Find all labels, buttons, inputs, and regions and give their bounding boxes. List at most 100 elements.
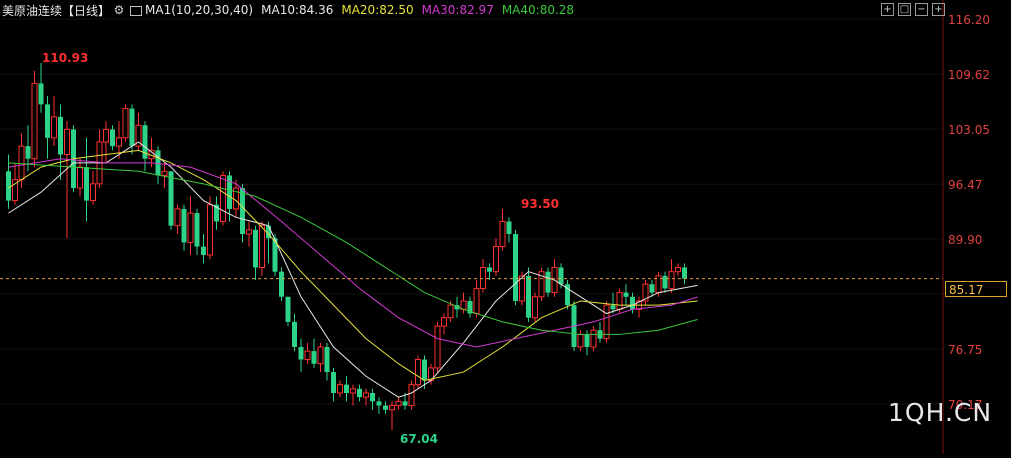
candle-up <box>51 116 57 139</box>
candle-down <box>513 234 518 301</box>
ma20-value: MA20:82.50 <box>341 3 414 17</box>
candle-up <box>577 333 584 348</box>
ma10-line <box>8 141 698 398</box>
candle-up <box>18 145 25 181</box>
candle-down <box>311 351 317 364</box>
candle-down <box>584 334 590 347</box>
candle-down <box>292 321 297 347</box>
candle-up <box>441 317 447 327</box>
candle-up <box>187 212 194 243</box>
candle-down <box>58 116 63 155</box>
mid-annotation: 93.50 <box>521 197 559 211</box>
candle-up <box>590 329 597 348</box>
ma-indicator-icon[interactable] <box>130 6 143 16</box>
ma30-line <box>8 158 698 348</box>
candle-up <box>473 287 480 315</box>
candle-down <box>610 305 616 310</box>
price-tick-76: 76.75 <box>948 343 983 357</box>
candle-down <box>487 267 492 272</box>
candle-down <box>155 150 161 176</box>
candle-down <box>422 359 427 381</box>
candle-down <box>662 275 668 289</box>
candle-down <box>682 267 687 279</box>
price-tick-89: 89.90 <box>948 233 983 247</box>
candlestick-chart[interactable] <box>0 0 1011 454</box>
candle-down <box>168 171 174 226</box>
candle-up <box>31 82 38 160</box>
expand-icon[interactable]: + <box>932 3 945 16</box>
candle-down <box>331 372 336 394</box>
candle-up <box>499 220 506 248</box>
candle-up <box>434 325 441 369</box>
candle-up <box>220 174 226 222</box>
ma-label[interactable]: MA1(10,20,30,40) <box>145 3 253 17</box>
candle-up <box>616 292 623 310</box>
moving-averages <box>8 141 698 398</box>
zoom-icon[interactable]: □ <box>898 3 911 16</box>
candle-down <box>129 108 135 147</box>
candle-down <box>630 296 635 310</box>
candle-down <box>6 171 11 201</box>
candle-down <box>506 221 512 235</box>
candle-down <box>344 384 349 394</box>
candle-up <box>161 170 168 176</box>
chart-stage[interactable]: 美原油连续 【日线】 ⚙ MA1(10,20,30,40) MA10:84.36… <box>0 0 1011 454</box>
price-tick-116: 116.20 <box>948 13 990 27</box>
ma30-value: MA30:82.97 <box>421 3 494 17</box>
candle-down <box>402 401 408 406</box>
candle-up <box>532 296 538 319</box>
low-annotation: 67.04 <box>400 432 438 446</box>
candle-up <box>395 400 402 407</box>
candle-up <box>447 304 454 319</box>
candle-up <box>122 108 129 139</box>
candle-up <box>77 166 83 189</box>
crosshair-icon[interactable]: + <box>881 3 894 16</box>
ma10-value: MA10:84.36 <box>261 3 334 17</box>
candle-up <box>317 346 324 365</box>
candle-up <box>64 128 70 156</box>
candle-down <box>370 393 375 402</box>
price-tick-103: 103.05 <box>948 123 990 137</box>
instrument-title: 美原油连续 <box>2 3 63 18</box>
candle-up <box>174 208 181 227</box>
settings-icon[interactable]: ⚙ <box>112 3 126 17</box>
candle-down <box>45 104 50 138</box>
candle-up <box>350 388 356 394</box>
candle-up <box>103 128 109 143</box>
candle-up <box>668 271 675 289</box>
candle-down <box>376 401 382 406</box>
candle-down <box>357 388 362 398</box>
candle-down <box>201 246 206 255</box>
candle-down <box>298 346 304 360</box>
candle-down <box>545 271 551 293</box>
candle-down <box>240 188 245 235</box>
candle-up <box>90 183 96 202</box>
candle-down <box>623 292 629 297</box>
candle-up <box>493 246 499 273</box>
candle-down <box>649 284 655 293</box>
candle-down <box>285 296 291 322</box>
ma40-value: MA40:80.28 <box>501 3 575 17</box>
candle-up <box>415 359 421 386</box>
candle-down <box>38 83 44 105</box>
candle-up <box>246 229 252 235</box>
candle-up <box>408 384 415 407</box>
legend-bar: 美原油连续 【日线】 ⚙ MA1(10,20,30,40) MA10:84.36… <box>2 2 582 18</box>
candle-down <box>110 129 115 147</box>
candle-up <box>675 266 681 273</box>
watermark: 1QH.CN <box>888 398 993 427</box>
candle-down <box>383 405 388 410</box>
price-tick-109: 109.62 <box>948 68 990 82</box>
candle-down <box>558 267 564 285</box>
candle-down <box>526 275 531 318</box>
current-price-box: 85.17 <box>945 281 1007 297</box>
candle-up <box>337 384 343 394</box>
candles <box>6 63 687 431</box>
period-label[interactable]: 【日线】 <box>62 2 110 19</box>
ma40-line <box>8 162 698 335</box>
collapse-icon[interactable]: − <box>915 3 928 16</box>
candle-down <box>253 229 258 268</box>
price-tick-96: 96.47 <box>948 178 983 192</box>
candle-up <box>207 204 213 256</box>
candle-up <box>116 137 122 147</box>
